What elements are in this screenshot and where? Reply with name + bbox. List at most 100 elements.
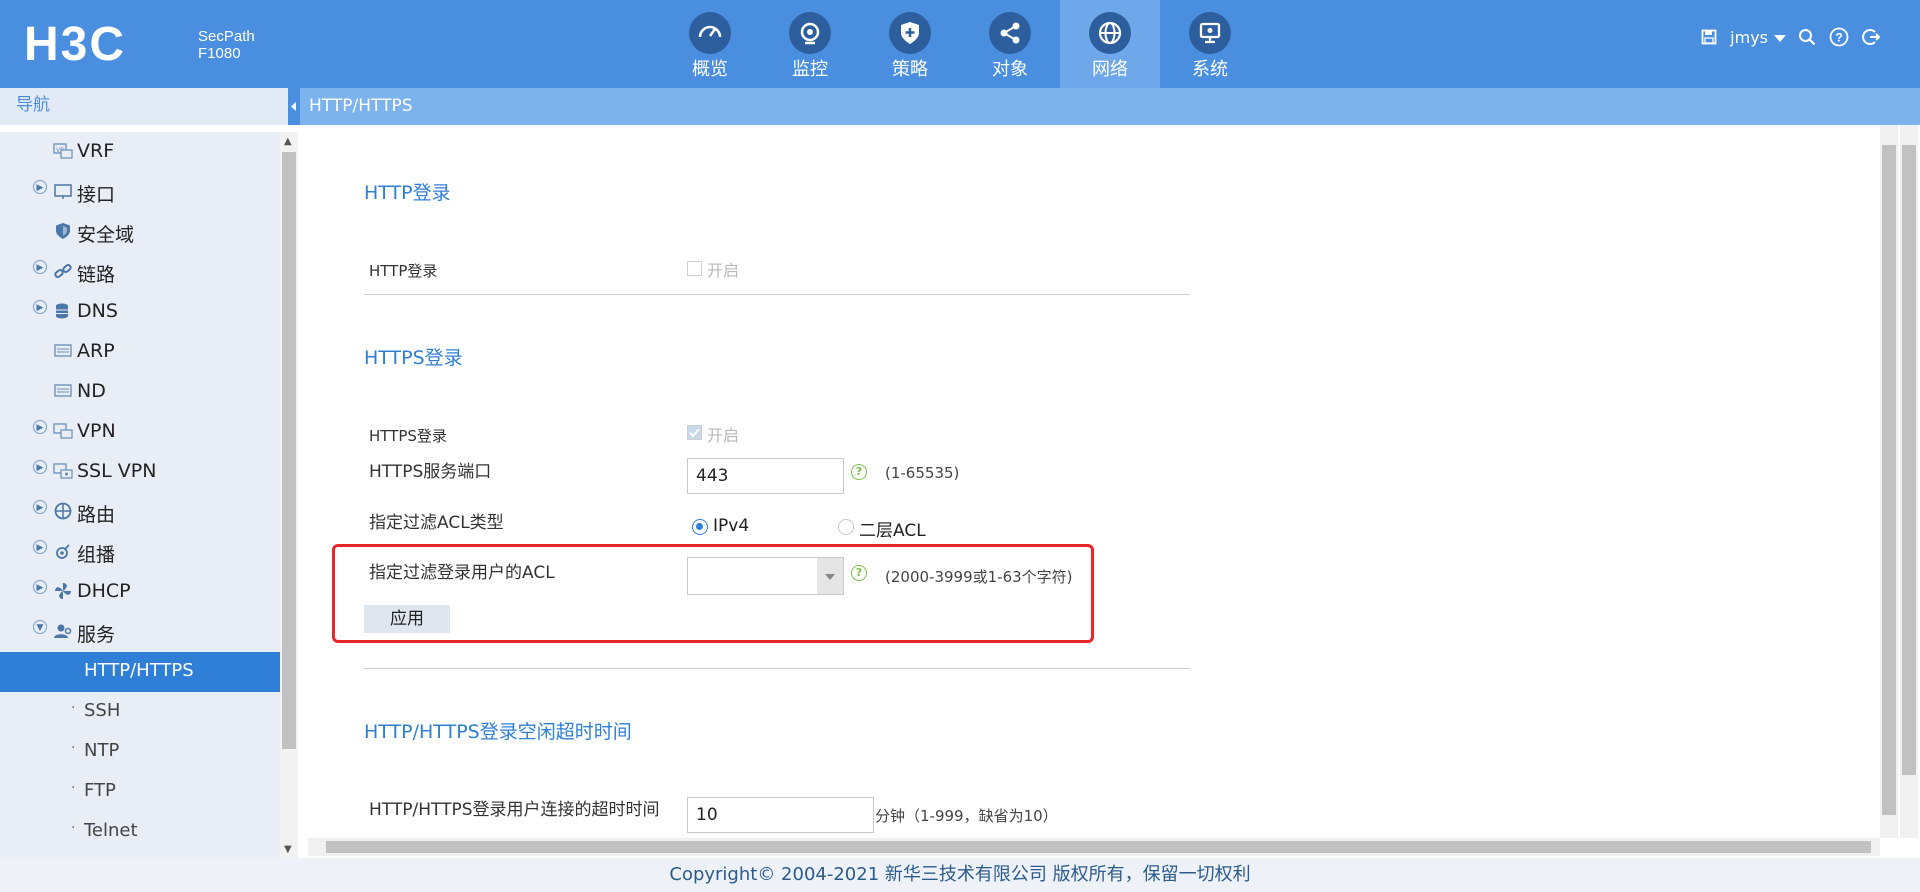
main-content: HTTP登录 HTTP登录 开启 HTTPS登录 HTTPS登录 开启 HTTP… — [300, 125, 1880, 838]
inner-scrollbar-thumb[interactable] — [1882, 145, 1896, 815]
acl-type-ipv4-radio[interactable] — [692, 519, 708, 535]
topnav-policy[interactable]: 策略 — [860, 0, 960, 88]
help-icon[interactable]: ? — [851, 565, 867, 581]
search-icon[interactable] — [1796, 26, 1818, 48]
username: jmys — [1730, 27, 1768, 47]
expand-icon[interactable]: ▶ — [33, 260, 47, 274]
sidebar-item-security-zone[interactable]: 安全域 — [0, 212, 280, 252]
collapse-icon[interactable]: ▼ — [33, 620, 47, 634]
topnav-object[interactable]: 对象 — [960, 0, 1060, 88]
sidebar-item-link[interactable]: ▶ 链路 — [0, 252, 280, 292]
bullet-icon: · — [71, 820, 76, 836]
topnav-label: 策略 — [892, 59, 928, 80]
sidebar-item-vpn[interactable]: ▶ VPN — [0, 412, 280, 452]
sidebar-item-label: Telnet — [84, 820, 138, 841]
sidebar-item-label: VPN — [77, 420, 116, 442]
help-icon[interactable]: ? — [1828, 26, 1850, 48]
http-enable-checkbox[interactable] — [687, 261, 702, 276]
caret-down-icon — [1774, 28, 1786, 47]
scroll-up-icon[interactable]: ▲ — [284, 136, 292, 147]
sidebar-item-label: VRF — [77, 140, 115, 162]
save-icon[interactable] — [1698, 26, 1720, 48]
scroll-down-icon[interactable]: ▼ — [284, 844, 292, 855]
sidebar-item-interface[interactable]: ▶ 接口 — [0, 172, 280, 212]
nav-header: 导航 — [0, 88, 298, 125]
topnav-system[interactable]: 系统 — [1160, 0, 1260, 88]
topnav-monitor[interactable]: 监控 — [760, 0, 860, 88]
sidebar-item-label: 接口 — [77, 184, 116, 206]
multicast-icon — [53, 542, 73, 560]
https-port-input[interactable]: 443 — [687, 458, 844, 494]
topnav-network[interactable]: 网络 — [1060, 0, 1160, 88]
top-nav: 概览 监控 策略 对象 网络 系统 — [660, 0, 1260, 88]
sidebar-item-label: 服务 — [77, 624, 116, 646]
sidebar-item-nd[interactable]: ND — [0, 372, 280, 412]
timeout-input[interactable]: 10 — [687, 797, 874, 833]
https-login-label: HTTPS登录 — [369, 427, 447, 445]
expand-icon[interactable]: ▶ — [33, 420, 47, 434]
copyright-footer: Copyright© 2004-2021 新华三技术有限公司 版权所有，保留一切… — [0, 858, 1920, 892]
product-name: SecPath F1080 — [198, 28, 255, 62]
arp-icon — [53, 342, 73, 360]
link-icon — [53, 262, 73, 280]
scrollbar-thumb[interactable] — [326, 841, 1871, 853]
sidebar-item-label: 路由 — [77, 504, 116, 526]
sidebar-item-label: DHCP — [77, 580, 131, 602]
sidebar-item-ssl-vpn[interactable]: ▶ SSL VPN — [0, 452, 280, 492]
topnav-overview[interactable]: 概览 — [660, 0, 760, 88]
interface-icon — [53, 182, 73, 200]
sidebar-item-label: NTP — [84, 740, 120, 761]
logout-icon[interactable] — [1860, 26, 1882, 48]
horizontal-scrollbar[interactable] — [308, 838, 1880, 856]
sidebar-item-dns[interactable]: ▶ DNS — [0, 292, 280, 332]
apply-button[interactable]: 应用 — [364, 605, 450, 633]
topnav-label: 对象 — [992, 59, 1028, 80]
user-menu[interactable]: jmys — [1730, 28, 1786, 47]
bullet-icon: · — [71, 740, 76, 756]
sidebar-item-vrf[interactable]: VR VRF — [0, 132, 280, 172]
sidebar-item-dhcp[interactable]: ▶ DHCP — [0, 572, 280, 612]
expand-icon[interactable]: ▶ — [33, 580, 47, 594]
topnav-label: 系统 — [1192, 59, 1228, 80]
nav-collapse-handle[interactable] — [288, 88, 300, 125]
sslvpn-icon — [53, 462, 73, 480]
sidebar-item-label: ND — [77, 380, 106, 402]
sidebar-item-label: SSL VPN — [77, 460, 157, 482]
sidebar-item-http-https[interactable]: HTTP/HTTPS — [0, 652, 280, 692]
expand-icon[interactable]: ▶ — [33, 540, 47, 554]
help-icon[interactable]: ? — [851, 464, 867, 480]
sidebar-item-arp[interactable]: ARP — [0, 332, 280, 372]
topnav-label: 网络 — [1092, 59, 1128, 80]
monitor-icon — [789, 12, 831, 54]
shield-icon — [889, 12, 931, 54]
http-enable-label: 开启 — [707, 261, 740, 280]
sidebar-item-ftp[interactable]: · FTP — [0, 772, 280, 812]
scrollbar-thumb[interactable] — [282, 152, 296, 749]
vpn-icon — [53, 422, 73, 440]
outer-scrollbar-thumb[interactable] — [1902, 145, 1916, 775]
expand-icon[interactable]: ▶ — [33, 300, 47, 314]
sidebar-scrollbar[interactable]: ▲ ▼ — [280, 132, 298, 858]
chevron-down-icon[interactable] — [817, 558, 843, 594]
sidebar-item-label: DNS — [77, 300, 118, 322]
expand-icon[interactable]: ▶ — [33, 500, 47, 514]
sidebar-item-route[interactable]: ▶ 路由 — [0, 492, 280, 532]
sidebar-item-multicast[interactable]: ▶ 组播 — [0, 532, 280, 572]
https-enable-checkbox[interactable] — [687, 425, 702, 440]
top-right-tools: jmys ? — [1698, 26, 1882, 48]
sidebar-item-label: 安全域 — [77, 224, 135, 246]
sidebar-item-service[interactable]: ▼ 服务 — [0, 612, 280, 652]
sidebar-item-label: 组播 — [77, 544, 116, 566]
nd-icon — [53, 382, 73, 400]
sidebar-item-telnet[interactable]: · Telnet — [0, 812, 280, 852]
h3c-logo: H3C — [24, 18, 174, 71]
sidebar-item-ntp[interactable]: · NTP — [0, 732, 280, 772]
security-zone-icon — [53, 222, 73, 240]
sidebar-item-ssh[interactable]: · SSH — [0, 692, 280, 732]
expand-icon[interactable]: ▶ — [33, 180, 47, 194]
expand-icon[interactable]: ▶ — [33, 460, 47, 474]
acl-type-l2-radio[interactable] — [838, 519, 854, 535]
acl-select[interactable] — [687, 557, 844, 595]
globe-icon — [1089, 12, 1131, 54]
timeout-label: HTTP/HTTPS登录用户连接的超时时间 — [369, 800, 660, 820]
